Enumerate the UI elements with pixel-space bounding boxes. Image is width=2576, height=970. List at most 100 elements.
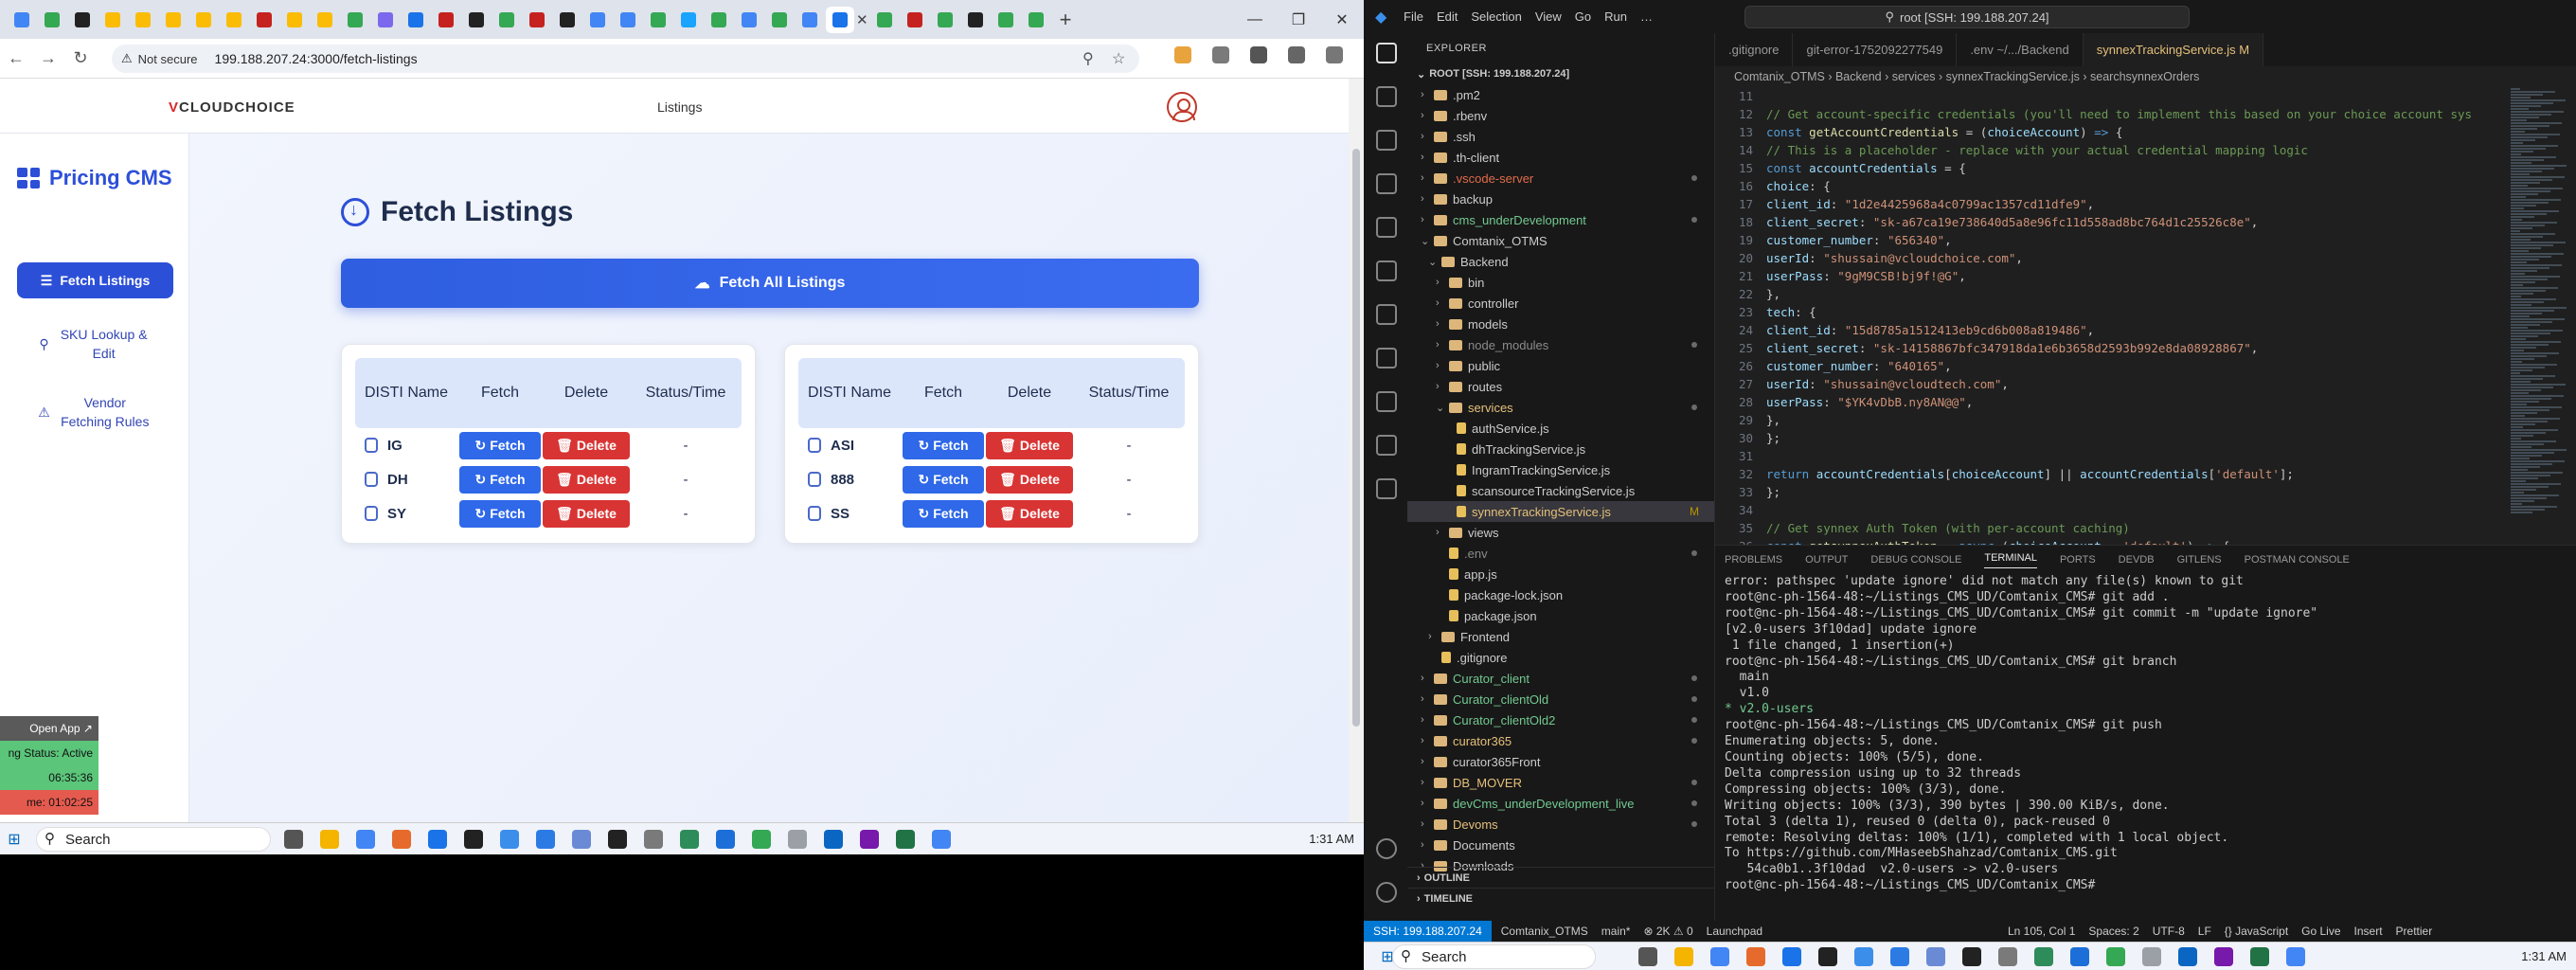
- app-icon[interactable]: [2286, 947, 2305, 966]
- menu-item[interactable]: Edit: [1437, 9, 1458, 24]
- browser-tab[interactable]: [8, 7, 36, 33]
- menu-item[interactable]: View: [1535, 9, 1562, 24]
- browser-tab[interactable]: [189, 7, 218, 33]
- app-icon[interactable]: [860, 830, 879, 849]
- fetch-all-button[interactable]: ☁ Fetch All Listings: [341, 259, 1199, 308]
- python-icon[interactable]: [1376, 391, 1397, 412]
- search-icon[interactable]: [1376, 86, 1397, 107]
- browser-tab[interactable]: [462, 7, 491, 33]
- browser-tab[interactable]: [402, 7, 430, 33]
- file-item[interactable]: package.json: [1407, 605, 1714, 626]
- browser-tab[interactable]: [583, 7, 612, 33]
- panel-tab[interactable]: DEBUG CONSOLE: [1870, 554, 1961, 566]
- delete-button[interactable]: 🗑 Delete: [543, 431, 630, 459]
- browser-tab[interactable]: [992, 7, 1020, 33]
- browser-tab[interactable]: [735, 7, 763, 33]
- app-icon[interactable]: [2250, 947, 2269, 966]
- status-item[interactable]: UTF-8: [2153, 925, 2185, 938]
- folder-item[interactable]: › public: [1407, 355, 1714, 376]
- app-icon[interactable]: [2214, 947, 2233, 966]
- panel-tab[interactable]: DEVDB: [2119, 554, 2155, 566]
- source-control-icon[interactable]: [1376, 130, 1397, 151]
- app-icon[interactable]: [2142, 947, 2161, 966]
- app-icon[interactable]: [2070, 947, 2089, 966]
- app-icon[interactable]: [2178, 947, 2197, 966]
- explorer-root[interactable]: ⌄ ROOT [SSH: 199.188.207.24]: [1407, 63, 1714, 84]
- folder-item[interactable]: › routes: [1407, 376, 1714, 397]
- nav-listings-link[interactable]: Listings: [657, 99, 702, 115]
- folder-item[interactable]: ⌄ Backend: [1407, 251, 1714, 272]
- gear-icon[interactable]: [1376, 882, 1397, 903]
- browser-tab[interactable]: [765, 7, 794, 33]
- file-item[interactable]: .env: [1407, 543, 1714, 564]
- folder-item[interactable]: › Documents: [1407, 835, 1714, 855]
- tab-close-icon[interactable]: ✕: [856, 11, 868, 28]
- folder-item[interactable]: ⌄ Comtanix_OTMS: [1407, 230, 1714, 251]
- app-icon[interactable]: [788, 830, 807, 849]
- explorer-icon[interactable]: [1376, 43, 1397, 63]
- folder-item[interactable]: › cms_underDevelopment: [1407, 209, 1714, 230]
- menu-icon[interactable]: [1326, 46, 1343, 63]
- reload-icon[interactable]: ↻: [64, 48, 97, 68]
- folder-item[interactable]: › .pm2: [1407, 84, 1714, 105]
- status-item[interactable]: Comtanix_OTMS: [1501, 925, 1588, 938]
- sidebar-item-vendor-rules[interactable]: ⚠ Vendor Fetching Rules: [17, 391, 173, 433]
- new-tab-icon[interactable]: +: [1060, 8, 1072, 32]
- folder-item[interactable]: › backup: [1407, 189, 1714, 209]
- browser-tab[interactable]: [129, 7, 157, 33]
- fetch-button[interactable]: ↻ Fetch: [903, 431, 984, 459]
- windows-start-icon[interactable]: ⊞: [0, 830, 28, 849]
- browser-tab[interactable]: [341, 7, 369, 33]
- app-icon[interactable]: [932, 830, 951, 849]
- browser-tab[interactable]: [796, 7, 824, 33]
- folder-item[interactable]: › .th-client: [1407, 147, 1714, 168]
- app-icon[interactable]: [572, 830, 591, 849]
- app-icon[interactable]: [752, 830, 771, 849]
- delete-button[interactable]: 🗑 Delete: [986, 499, 1073, 528]
- minimap[interactable]: [2511, 87, 2567, 542]
- testing-icon[interactable]: [1376, 304, 1397, 325]
- folder-item[interactable]: › DB_MOVER: [1407, 772, 1714, 793]
- app-icon[interactable]: [500, 830, 519, 849]
- browser-tab[interactable]: [311, 7, 339, 33]
- status-item[interactable]: Insert: [2354, 925, 2383, 938]
- account-icon[interactable]: [1376, 838, 1397, 859]
- app-icon[interactable]: [1890, 947, 1909, 966]
- panel-tab[interactable]: PROBLEMS: [1725, 554, 1782, 566]
- extension-icon[interactable]: [1174, 46, 1191, 63]
- terminal[interactable]: error: pathspec 'update ignore' did not …: [1715, 574, 2576, 894]
- remote-indicator[interactable]: SSH: 199.188.207.24: [1364, 921, 1492, 942]
- browser-tab[interactable]: [98, 7, 127, 33]
- file-item[interactable]: IngramTrackingService.js: [1407, 459, 1714, 480]
- maximize-icon[interactable]: ❐: [1277, 0, 1320, 39]
- browser-tab[interactable]: [705, 7, 733, 33]
- app-icon[interactable]: [320, 830, 339, 849]
- browser-tab[interactable]: [961, 7, 990, 33]
- browser-tab[interactable]: [250, 7, 278, 33]
- warning-icon[interactable]: ⚠: [121, 51, 133, 66]
- delete-button[interactable]: 🗑 Delete: [543, 499, 630, 528]
- browser-tab[interactable]: [674, 7, 703, 33]
- browser-tab[interactable]: [644, 7, 672, 33]
- fetch-button[interactable]: ↻ Fetch: [903, 465, 984, 494]
- delete-button[interactable]: 🗑 Delete: [543, 465, 630, 494]
- folder-item[interactable]: › devCms_underDevelopment_live: [1407, 793, 1714, 814]
- app-icon[interactable]: [356, 830, 375, 849]
- browser-tab[interactable]: [280, 7, 309, 33]
- app-icon[interactable]: [1854, 947, 1873, 966]
- file-item[interactable]: authService.js: [1407, 418, 1714, 439]
- open-app-button[interactable]: Open App ↗: [0, 716, 98, 741]
- app-icon[interactable]: [2106, 947, 2125, 966]
- browser-tab[interactable]: [492, 7, 521, 33]
- app-icon[interactable]: [1782, 947, 1801, 966]
- browser-tab[interactable]: [38, 7, 66, 33]
- close-icon[interactable]: ✕: [1320, 0, 1364, 39]
- editor-tab[interactable]: .env ~/.../Backend: [1957, 33, 2084, 66]
- gitlens-icon[interactable]: [1376, 348, 1397, 368]
- url-input[interactable]: ⚠ Not secure 199.188.207.24:3000/fetch-l…: [112, 45, 1139, 73]
- code-view[interactable]: 11 12// Get account-specific credentials…: [1715, 87, 2576, 573]
- sidebar-item-fetch-listings[interactable]: ☰ Fetch Listings: [17, 262, 173, 298]
- app-icon[interactable]: [1926, 947, 1945, 966]
- menu-item[interactable]: Run: [1604, 9, 1627, 24]
- folder-item[interactable]: › views: [1407, 522, 1714, 543]
